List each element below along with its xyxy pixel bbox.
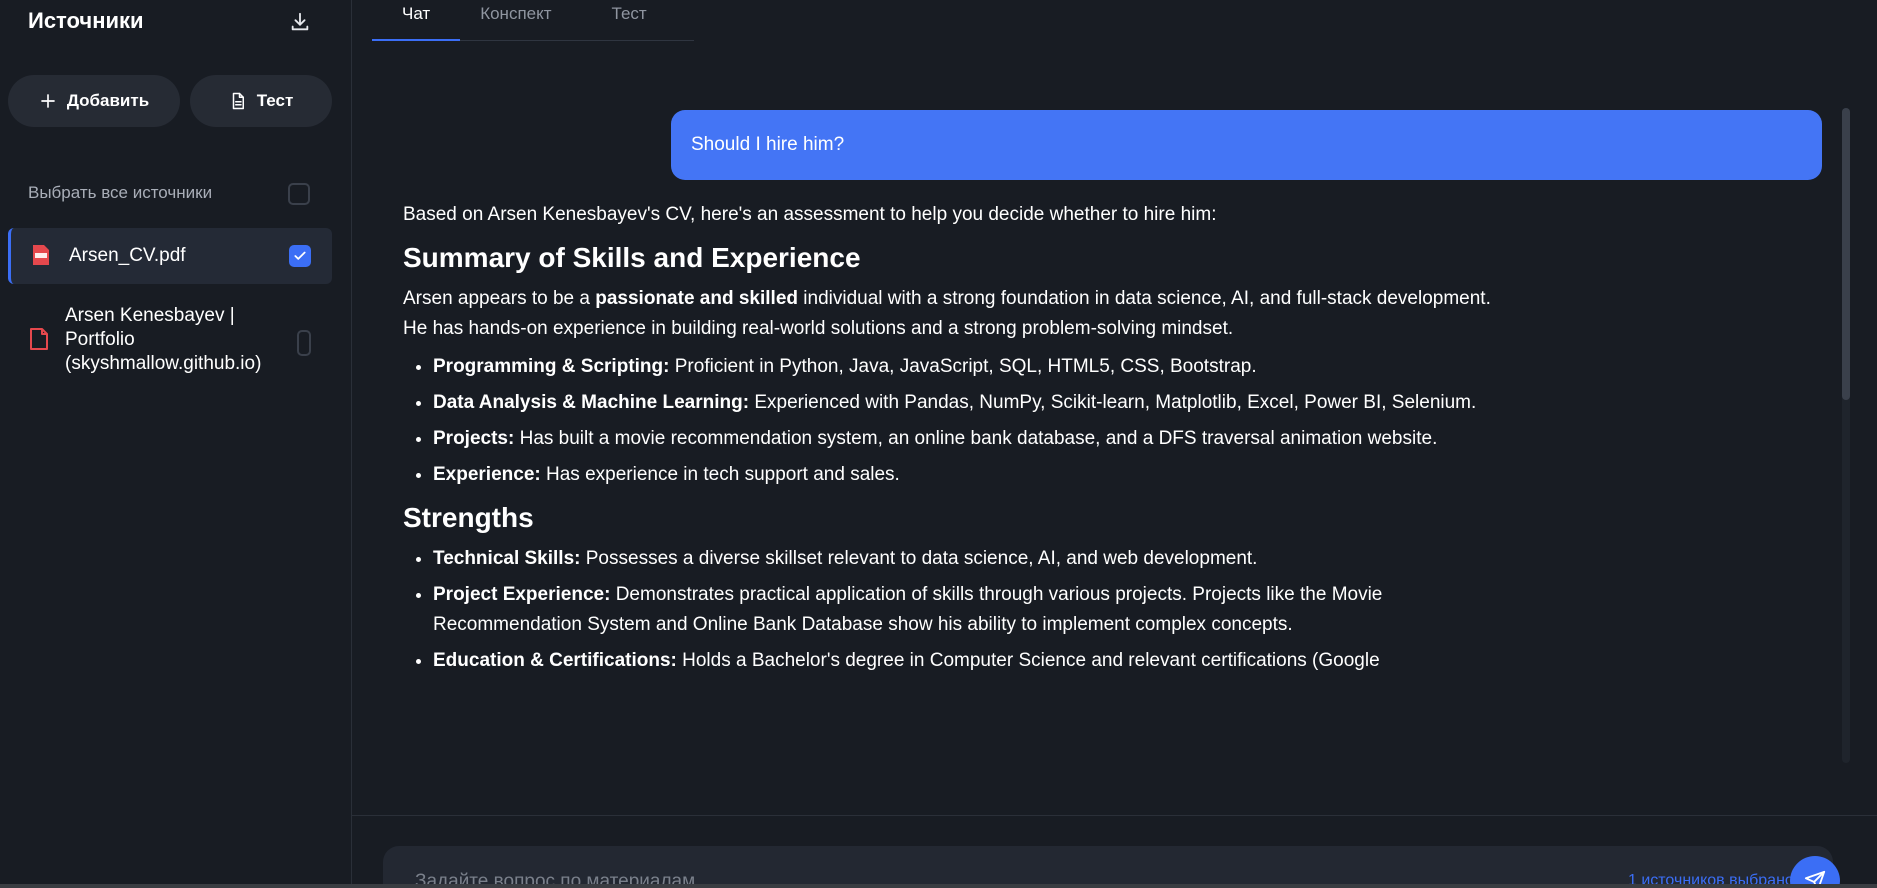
source-item-portfolio[interactable]: Arsen Kenesbayev | Portfolio (skyshmallo… bbox=[8, 300, 332, 384]
list-item: Project Experience: Demonstrates practic… bbox=[433, 580, 1513, 640]
list-item: Programming & Scripting: Proficient in P… bbox=[433, 352, 1513, 382]
section-heading: Summary of Skills and Experience bbox=[403, 242, 861, 273]
list-item: Experience: Has experience in tech suppo… bbox=[433, 460, 1513, 490]
tab-chat[interactable]: Чат bbox=[372, 0, 461, 41]
tab-bar: Чат Конспект Тест bbox=[372, 0, 694, 41]
composer-divider bbox=[352, 815, 1877, 816]
list-term: Education & Certifications: bbox=[433, 650, 677, 671]
source-label: Arsen Kenesbayev | Portfolio (skyshmallo… bbox=[65, 305, 262, 374]
download-button[interactable] bbox=[286, 8, 314, 36]
plus-icon bbox=[41, 94, 55, 108]
list-term: Technical Skills: bbox=[433, 548, 581, 569]
list-item: Technical Skills: Possesses a diverse sk… bbox=[433, 544, 1513, 574]
strengths-list: Technical Skills: Possesses a diverse sk… bbox=[403, 544, 1513, 676]
summary-text: Arsen appears to be a bbox=[403, 288, 596, 309]
source-checkbox[interactable] bbox=[289, 245, 311, 267]
answer-intro: Based on Arsen Kenesbayev's CV, here's a… bbox=[403, 204, 1217, 225]
tab-summary[interactable]: Конспект bbox=[460, 0, 581, 40]
list-term: Programming & Scripting: bbox=[433, 356, 670, 377]
list-item: Projects: Has built a movie recommendati… bbox=[433, 424, 1513, 454]
skills-list: Programming & Scripting: Proficient in P… bbox=[403, 352, 1513, 490]
list-text: Has experience in tech support and sales… bbox=[540, 464, 900, 485]
composer: 1 источников выбрано bbox=[383, 846, 1833, 888]
test-label: Тест bbox=[256, 91, 294, 110]
document-icon bbox=[232, 92, 244, 110]
sources-sidebar: Источники Добавить Тест Выбрать все исто… bbox=[0, 0, 352, 888]
select-all-checkbox[interactable] bbox=[288, 183, 310, 205]
answer-summary: Arsen appears to be a passionate and ski… bbox=[403, 284, 1513, 344]
list-text: Possesses a diverse skillset relevant to… bbox=[580, 548, 1258, 569]
select-all-label: Выбрать все источники bbox=[28, 183, 213, 202]
section-heading: Strengths bbox=[403, 502, 534, 533]
list-term: Project Experience: bbox=[433, 584, 611, 605]
user-message-text: Should I hire him? bbox=[691, 134, 845, 155]
summary-bold: passionate and skilled bbox=[595, 288, 798, 309]
user-message-bubble: Should I hire him? bbox=[671, 110, 1822, 180]
list-text: Has built a movie recommendation system,… bbox=[514, 428, 1438, 449]
pdf-file-icon bbox=[33, 245, 49, 265]
app-window: Источники Добавить Тест Выбрать все исто… bbox=[0, 0, 1877, 888]
list-term: Projects: bbox=[433, 428, 515, 449]
chat-scrollbar-thumb[interactable] bbox=[1842, 108, 1850, 400]
sidebar-title: Источники bbox=[28, 8, 144, 33]
test-button[interactable]: Тест bbox=[190, 75, 332, 127]
list-text: Holds a Bachelor's degree in Computer Sc… bbox=[676, 650, 1380, 671]
tab-test[interactable]: Тест bbox=[582, 0, 677, 40]
add-source-label: Добавить bbox=[66, 91, 150, 110]
source-label: Arsen_CV.pdf bbox=[69, 245, 186, 266]
list-item: Education & Certifications: Holds a Bach… bbox=[433, 646, 1513, 676]
bottom-bar bbox=[0, 884, 1877, 888]
assistant-answer: Based on Arsen Kenesbayev's CV, here's a… bbox=[403, 200, 1513, 760]
list-item: Data Analysis & Machine Learning: Experi… bbox=[433, 388, 1513, 418]
pdf-file-icon bbox=[30, 328, 48, 350]
check-icon bbox=[294, 251, 306, 260]
add-source-button[interactable]: Добавить bbox=[8, 75, 180, 127]
source-item-cv[interactable]: Arsen_CV.pdf bbox=[8, 228, 332, 284]
list-text: Proficient in Python, Java, JavaScript, … bbox=[669, 356, 1257, 377]
list-term: Experience: bbox=[433, 464, 541, 485]
source-checkbox[interactable] bbox=[297, 330, 311, 356]
list-term: Data Analysis & Machine Learning: bbox=[433, 392, 750, 413]
chat-panel: Чат Конспект Тест Should I hire him? Bas… bbox=[352, 0, 1877, 888]
list-text: Experienced with Pandas, NumPy, Scikit-l… bbox=[749, 392, 1477, 413]
download-icon bbox=[291, 12, 309, 31]
